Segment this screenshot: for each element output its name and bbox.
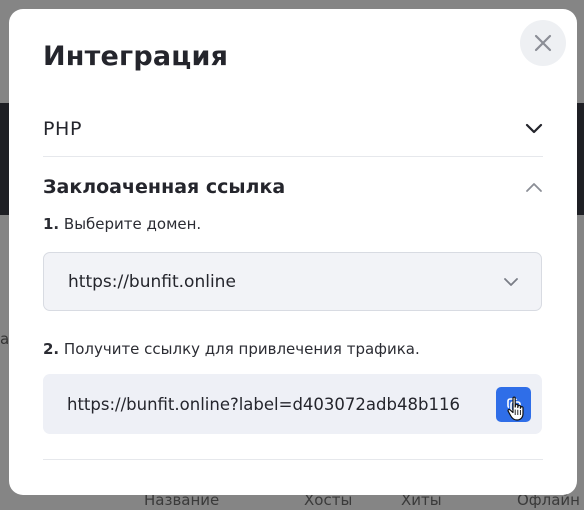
hand-cursor-icon: [507, 396, 524, 421]
chevron-up-icon: [526, 183, 542, 192]
modal-title: Интеграция: [43, 41, 229, 72]
step-1-number: 1.: [43, 215, 60, 233]
section-divider: [43, 156, 543, 157]
accordion-php-label: PHP: [43, 118, 83, 140]
accordion-cloaked-link-label: Заклоаченная ссылка: [43, 176, 286, 198]
section-divider: [43, 459, 543, 460]
domain-select-value: https://bunfit.online: [68, 271, 236, 292]
generated-link-value: https://bunfit.online?label=d403072adb48…: [67, 394, 460, 414]
accordion-cloaked-link[interactable]: Заклоаченная ссылка: [43, 172, 543, 202]
domain-select[interactable]: https://bunfit.online: [43, 252, 542, 311]
step-2-instruction: 2. Получите ссылку для привлечения трафи…: [43, 340, 420, 358]
step-1-text: Выберите домен.: [59, 215, 202, 233]
integration-modal: Интеграция PHP Заклоаченная ссылка 1. Вы…: [9, 9, 577, 495]
step-1-instruction: 1. Выберите домен.: [43, 215, 201, 233]
close-icon: [534, 34, 552, 52]
close-button[interactable]: [520, 20, 566, 66]
step-2-number: 2.: [43, 340, 60, 358]
step-2-text: Получите ссылку для привлечения трафика.: [59, 340, 420, 358]
chevron-down-icon: [504, 277, 518, 286]
chevron-down-icon: [525, 123, 543, 134]
accordion-php[interactable]: PHP: [43, 114, 543, 144]
background-text-fragment: а: [0, 330, 10, 348]
generated-link-field[interactable]: https://bunfit.online?label=d403072adb48…: [43, 374, 542, 434]
